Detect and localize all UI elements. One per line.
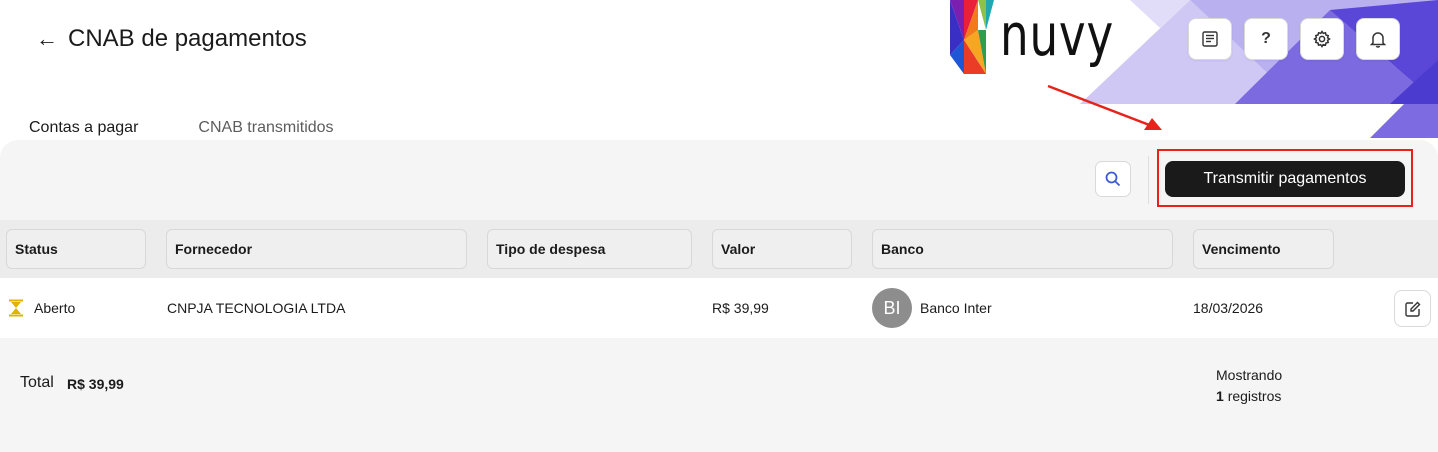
bank-avatar: BI (872, 288, 912, 328)
column-header-valor[interactable]: Valor (712, 229, 852, 269)
column-header-tipo-despesa[interactable]: Tipo de despesa (487, 229, 692, 269)
column-header-banco[interactable]: Banco (872, 229, 1173, 269)
edit-icon (1404, 301, 1420, 317)
hourglass-icon (9, 299, 23, 317)
banco-cell: BI Banco Inter (872, 278, 992, 338)
tab-cnab-transmitidos[interactable]: CNAB transmitidos (198, 118, 333, 138)
report-button[interactable] (1188, 18, 1232, 60)
column-header-fornecedor[interactable]: Fornecedor (166, 229, 467, 269)
edit-row-button[interactable] (1394, 290, 1431, 327)
column-header-status[interactable]: Status (6, 229, 146, 269)
help-button[interactable]: ? (1244, 18, 1288, 60)
total-label: Total (20, 374, 54, 391)
fornecedor-cell: CNPJA TECNOLOGIA LTDA (167, 300, 346, 316)
question-icon: ? (1261, 30, 1271, 47)
toolbar-divider (1148, 156, 1149, 204)
page-title: CNAB de pagamentos (68, 25, 307, 52)
tab-bar: Contas a pagar CNAB transmitidos (29, 118, 334, 138)
annotation-arrow (1047, 84, 1162, 130)
showing-records: 1 registros (1216, 386, 1282, 407)
bank-name: Banco Inter (920, 300, 992, 316)
status-cell: Aberto (8, 278, 75, 338)
arrow-left-icon[interactable]: ← (36, 24, 58, 54)
total-value: R$ 39,99 (67, 376, 124, 392)
tab-contas-a-pagar[interactable]: Contas a pagar (29, 118, 138, 138)
showing-count: 1 (1216, 388, 1224, 404)
gear-icon (1313, 30, 1331, 48)
transmit-payments-button[interactable]: Transmitir pagamentos (1165, 161, 1405, 197)
search-button[interactable] (1095, 161, 1131, 197)
logo-text: nuvy (1000, 1, 1115, 69)
vencimento-cell: 18/03/2026 (1193, 300, 1264, 316)
column-header-vencimento[interactable]: Vencimento (1193, 229, 1334, 269)
records-count: Mostrando 1 registros (1216, 365, 1282, 407)
bell-icon (1369, 32, 1387, 48)
showing-suffix: registros (1227, 388, 1282, 404)
search-icon (1105, 171, 1121, 187)
settings-button[interactable] (1300, 18, 1344, 60)
report-icon (1202, 31, 1218, 47)
valor-cell: R$ 39,99 (712, 300, 769, 316)
showing-label: Mostrando (1216, 367, 1283, 383)
back-navigation: ← CNAB de pagamentos (36, 24, 307, 54)
status-text: Aberto (34, 300, 76, 316)
notifications-button[interactable] (1356, 18, 1400, 60)
